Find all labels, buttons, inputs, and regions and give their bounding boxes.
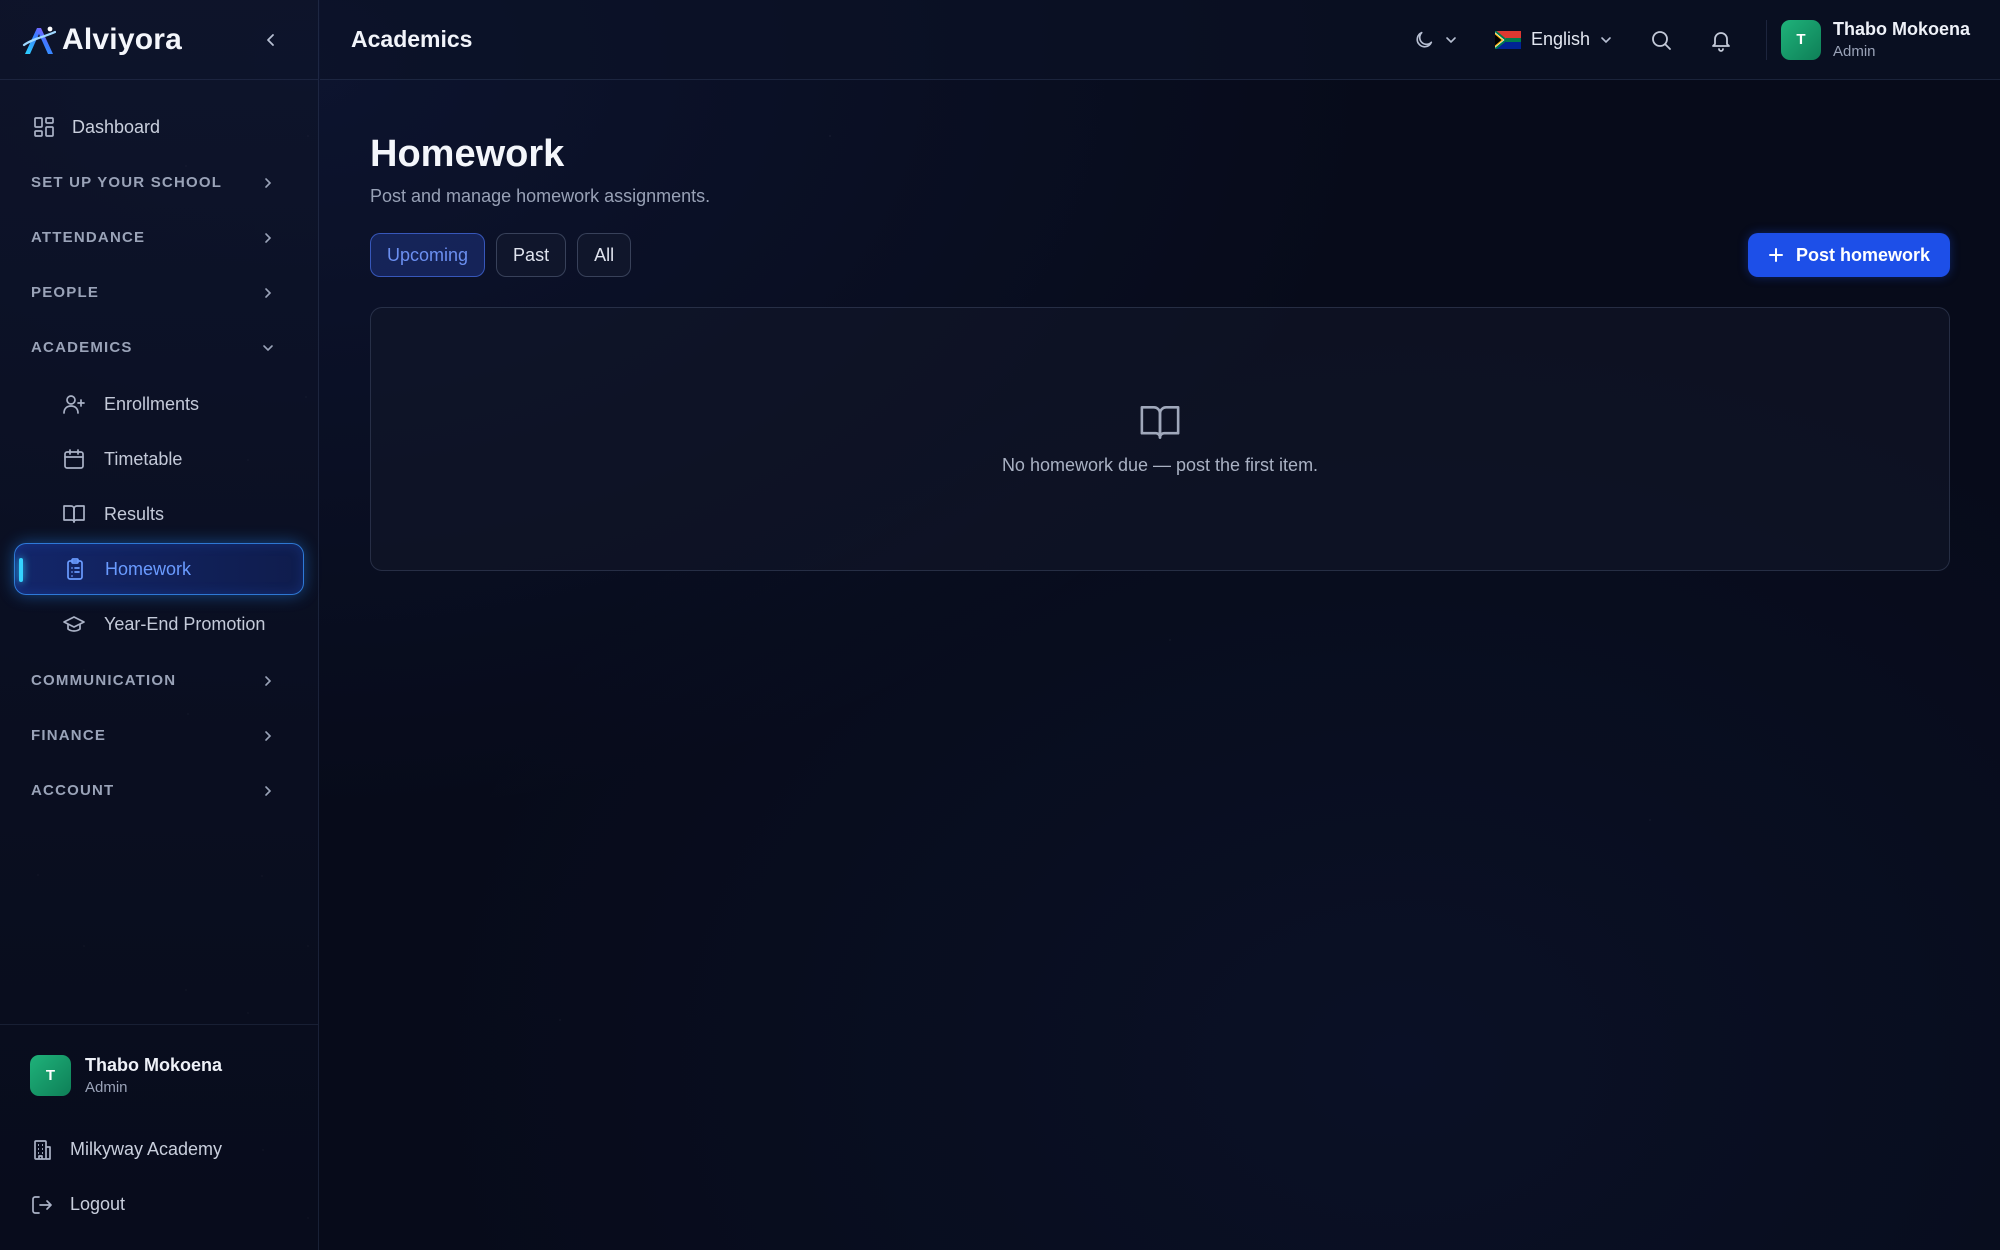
tab-past[interactable]: Past — [496, 233, 567, 277]
main-content: Homework Post and manage homework assign… — [370, 80, 1950, 571]
chevron-left-icon — [267, 33, 274, 46]
sidebar-footer: T Thabo Mokoena Admin Milkyway Academy L… — [0, 1024, 318, 1250]
brand-name: Alviyora — [62, 22, 182, 56]
notifications-button[interactable] — [1706, 25, 1736, 55]
avatar: T — [1780, 19, 1821, 60]
user-name: Thabo Mokoena — [1832, 19, 1970, 39]
theme-toggle-button[interactable] — [1413, 29, 1457, 51]
user-info: Thabo Mokoena Admin — [85, 1055, 222, 1096]
logout-icon — [32, 1195, 52, 1214]
chevron-right-icon — [265, 177, 272, 188]
chevron-right-icon — [265, 232, 272, 243]
topbar-user-menu[interactable]: T Thabo Mokoena Admin — [1780, 19, 1970, 60]
sidebar-section-communication[interactable]: COMMUNICATION — [0, 653, 318, 708]
bell-icon — [1712, 31, 1730, 52]
section-label: ATTENDANCE — [31, 229, 146, 246]
section-label: SET UP YOUR SCHOOL — [31, 174, 223, 191]
user-role: Admin — [1832, 43, 1876, 60]
search-button[interactable] — [1646, 25, 1676, 55]
plus-icon — [1768, 248, 1783, 262]
tab-upcoming[interactable]: Upcoming — [370, 233, 486, 277]
sidebar-section-people[interactable]: PEOPLE — [0, 265, 318, 320]
collapse-sidebar-button[interactable] — [254, 23, 288, 57]
sidebar-section-setup[interactable]: SET UP YOUR SCHOOL — [0, 155, 318, 210]
book-open-icon — [63, 505, 85, 523]
south-africa-flag-icon — [1494, 30, 1521, 49]
homework-empty-state: No homework due — post the first item. — [370, 307, 1950, 571]
user-name: Thabo Mokoena — [85, 1055, 223, 1075]
sidebar-item-label: Homework — [105, 558, 192, 579]
brand-logo[interactable]: Alviyora — [22, 23, 182, 57]
building-icon — [34, 1139, 51, 1160]
sidebar-item-dashboard[interactable]: Dashboard — [0, 102, 318, 152]
language-selector[interactable]: English — [1494, 29, 1612, 50]
sidebar-section-account[interactable]: ACCOUNT — [0, 763, 318, 818]
user-plus-icon — [63, 395, 85, 414]
user-info: Thabo Mokoena Admin — [1833, 19, 1970, 60]
chevron-right-icon — [265, 287, 272, 298]
app-root: Alviyora Dashboard SET UP YOUR SCHOOL AT… — [0, 0, 2000, 1250]
section-label: PEOPLE — [31, 284, 100, 301]
language-label: English — [1530, 29, 1590, 49]
sidebar-item-enrollments[interactable]: Enrollments — [14, 378, 304, 430]
chevron-down-icon — [1601, 36, 1611, 43]
section-label: COMMUNICATION — [31, 672, 177, 689]
sidebar-section-attendance[interactable]: ATTENDANCE — [0, 210, 318, 265]
book-open-icon — [1140, 405, 1180, 439]
search-icon — [1652, 30, 1671, 50]
sidebar-section-finance[interactable]: FINANCE — [0, 708, 318, 763]
topbar: Academics English T Thabo Mokoena Admin — [320, 0, 2000, 80]
section-label: ACCOUNT — [31, 782, 115, 799]
logout-button[interactable]: Logout — [0, 1177, 318, 1232]
dashboard-grid-icon — [34, 117, 54, 137]
filter-tabs: Upcoming Past All — [370, 233, 632, 277]
chevron-right-icon — [265, 730, 272, 741]
graduation-cap-icon — [63, 616, 85, 632]
clipboard-list-icon — [67, 558, 83, 580]
sidebar-item-label: Year-End Promotion — [104, 613, 266, 634]
homework-toolbar: Upcoming Past All Post homework — [370, 233, 1950, 277]
sidebar-section-academics[interactable]: ACADEMICS — [0, 320, 318, 375]
page-title: Homework — [370, 133, 565, 175]
topbar-divider — [1765, 19, 1767, 60]
moon-icon — [1416, 31, 1433, 48]
sidebar-user-profile[interactable]: T Thabo Mokoena Admin — [0, 1055, 318, 1096]
chevron-right-icon — [265, 675, 272, 686]
sidebar-item-label: Timetable — [104, 448, 183, 469]
topbar-actions: English T Thabo Mokoena Admin — [1413, 19, 1970, 60]
sidebar-item-homework[interactable]: Homework — [14, 543, 304, 595]
chevron-down-icon — [263, 344, 273, 351]
calendar-icon — [64, 449, 84, 469]
section-label: ACADEMICS — [31, 339, 133, 356]
user-role: Admin — [85, 1079, 128, 1096]
school-switcher[interactable]: Milkyway Academy — [0, 1122, 318, 1177]
section-label: FINANCE — [31, 727, 107, 744]
sidebar: Alviyora Dashboard SET UP YOUR SCHOOL AT… — [0, 0, 319, 1250]
avatar: T — [30, 1055, 71, 1096]
chevron-down-icon — [1446, 36, 1456, 43]
sidebar-item-results[interactable]: Results — [14, 488, 304, 540]
sidebar-item-timetable[interactable]: Timetable — [14, 433, 304, 485]
tab-all[interactable]: All — [577, 233, 632, 277]
post-homework-label: Post homework — [1795, 244, 1930, 265]
post-homework-button[interactable]: Post homework — [1747, 233, 1950, 277]
page-section-title: Academics — [351, 26, 473, 52]
sidebar-item-year-end-promotion[interactable]: Year-End Promotion — [14, 598, 304, 650]
school-name: Milkyway Academy — [70, 1139, 223, 1159]
sidebar-item-label: Dashboard — [72, 116, 161, 137]
logout-label: Logout — [70, 1194, 126, 1214]
chevron-right-icon — [265, 785, 272, 796]
sidebar-nav: Dashboard SET UP YOUR SCHOOL ATTENDANCE … — [0, 80, 318, 1024]
sidebar-item-label: Results — [104, 503, 165, 524]
sidebar-header: Alviyora — [0, 0, 318, 80]
alviyora-logo-icon — [22, 26, 56, 54]
page-subtitle: Post and manage homework assignments. — [370, 186, 711, 206]
sidebar-item-label: Enrollments — [104, 393, 200, 414]
empty-state-message: No homework due — post the first item. — [1001, 454, 1319, 475]
